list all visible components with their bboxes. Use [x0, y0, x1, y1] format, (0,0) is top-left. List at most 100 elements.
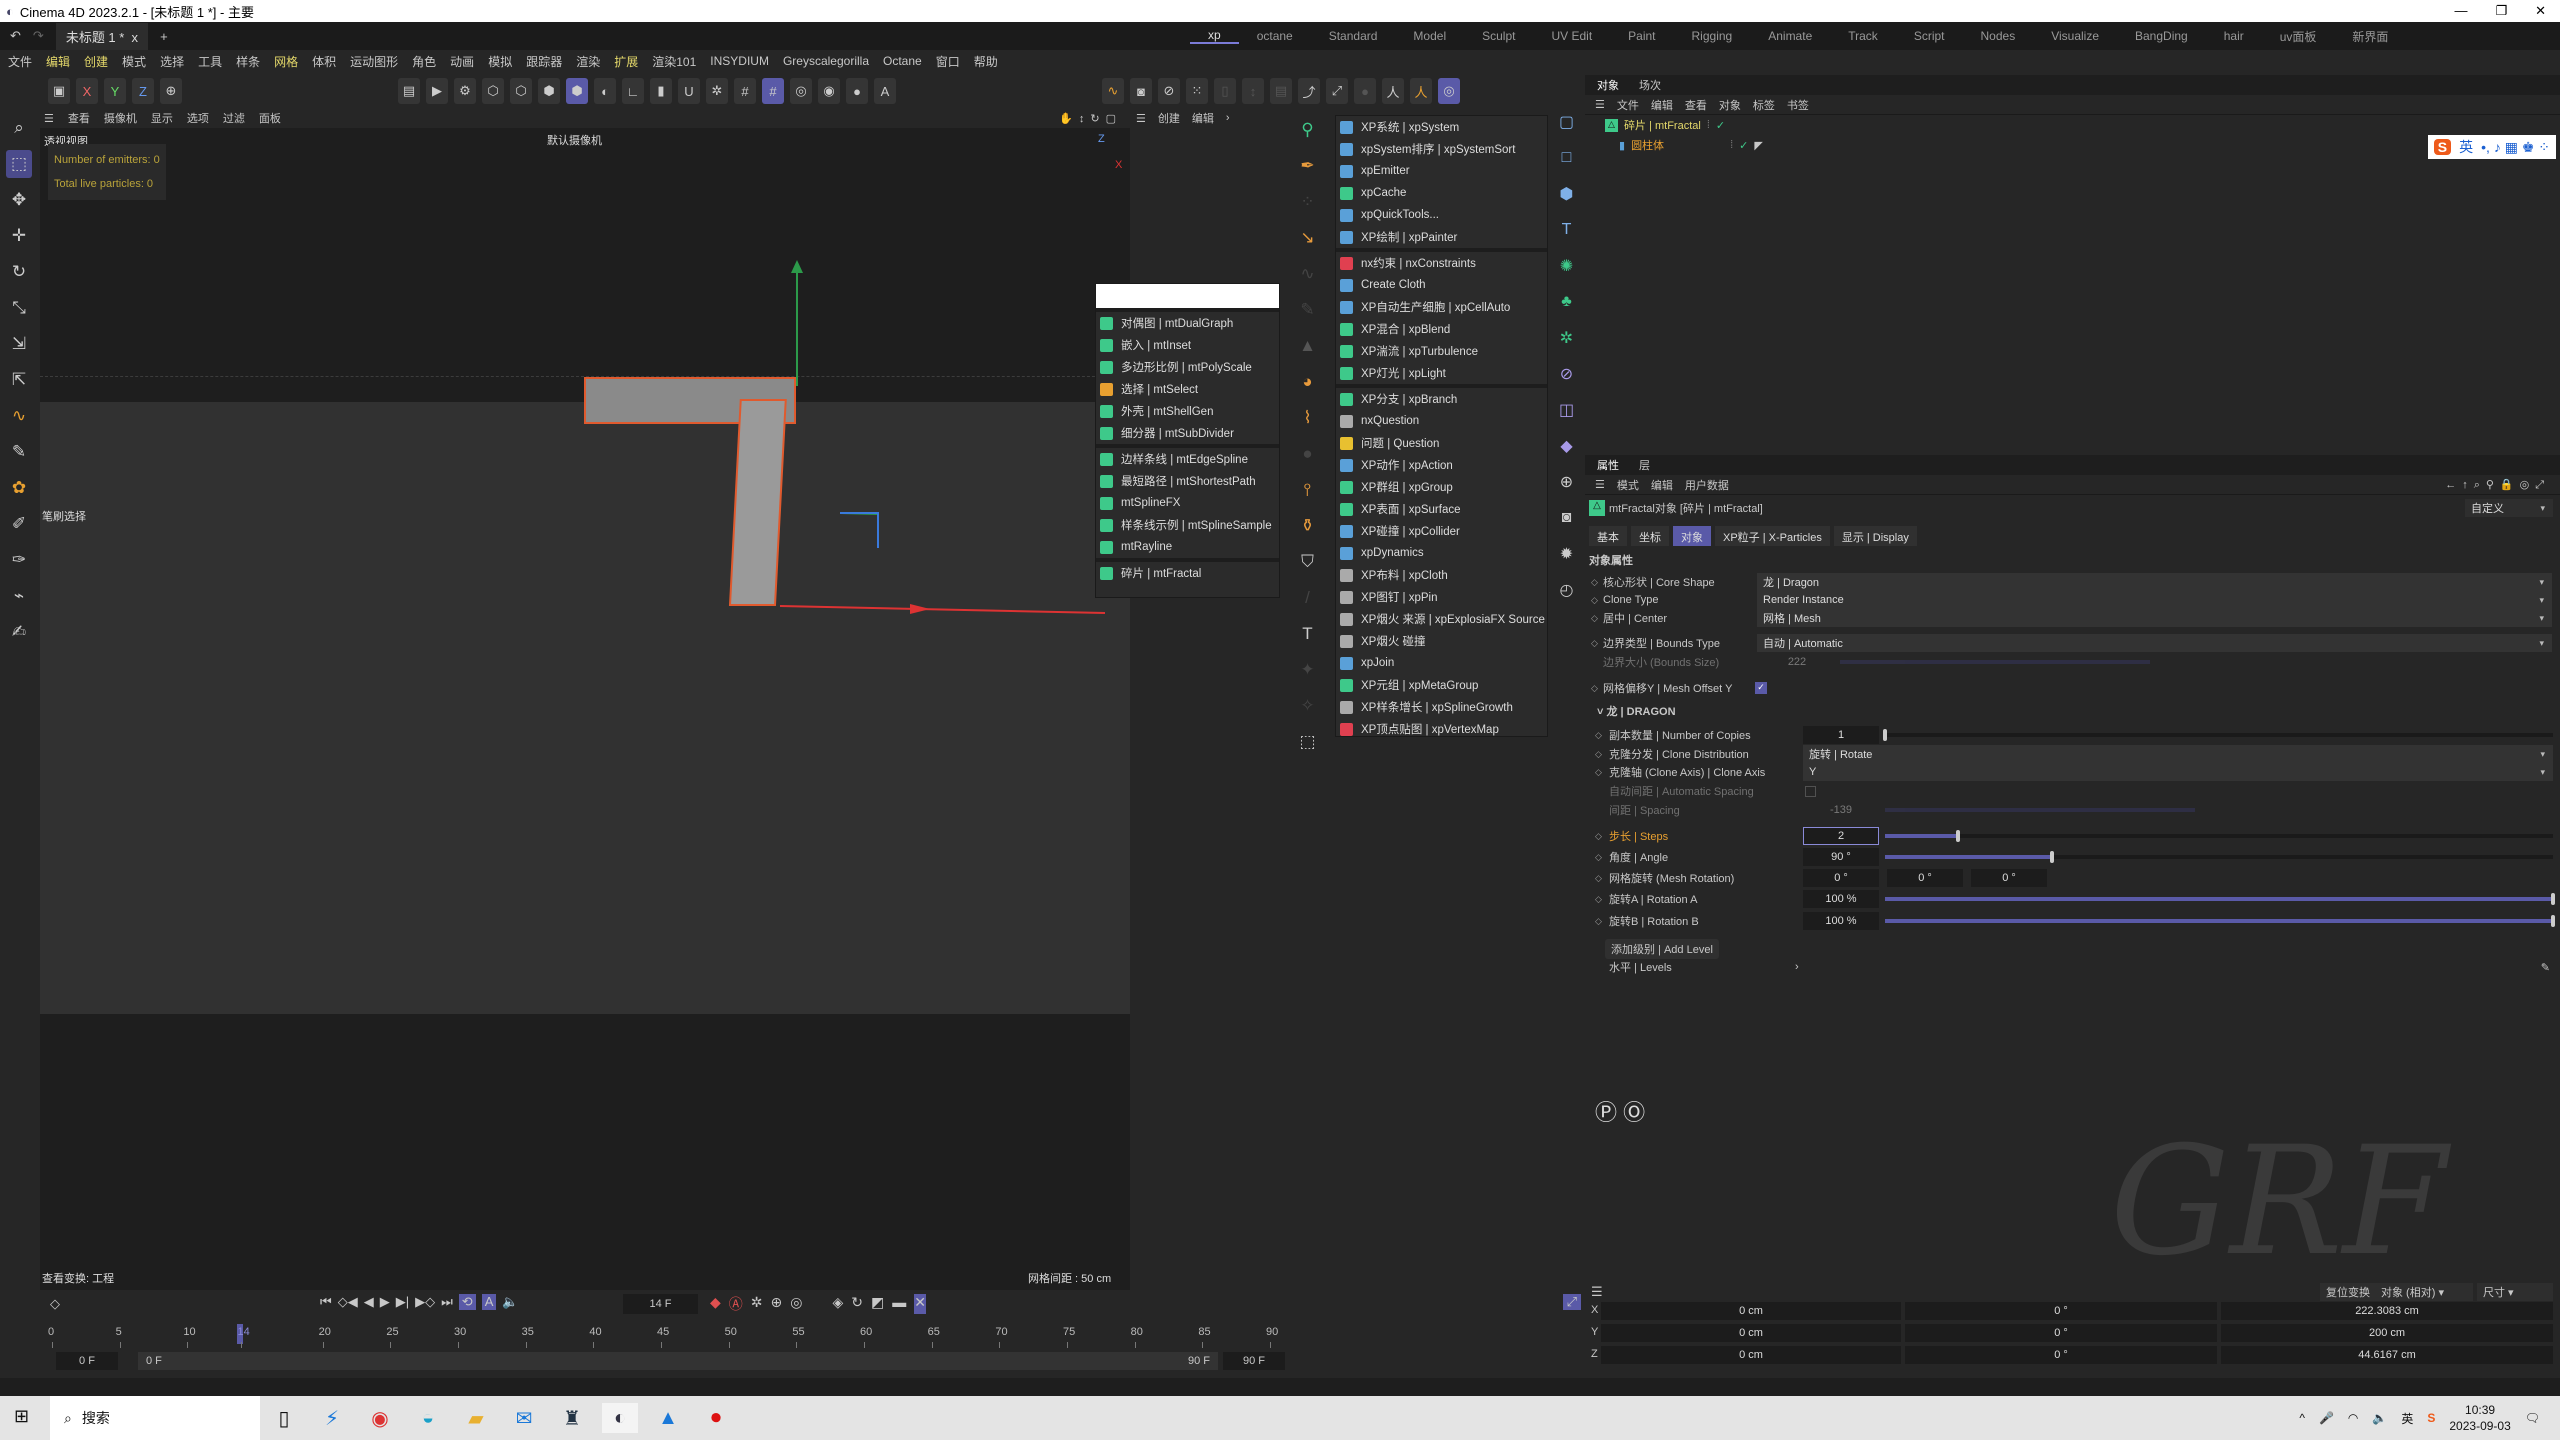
- menu-item[interactable]: XP自动生产细胞 | xpCellAuto: [1336, 296, 1547, 318]
- attribute-subtab[interactable]: 坐标: [1631, 526, 1669, 546]
- enabled-check-icon[interactable]: ✓: [1739, 139, 1748, 152]
- auto-icon[interactable]: A: [874, 78, 896, 104]
- wifi-icon[interactable]: ◠: [2348, 1411, 2358, 1425]
- tool-b-icon[interactable]: ↕: [1242, 78, 1264, 104]
- file-explorer-icon[interactable]: ▰: [458, 1403, 494, 1433]
- menu-item[interactable]: Greyscalegorilla: [783, 54, 869, 68]
- weld-icon[interactable]: ✍: [6, 618, 32, 646]
- tool-f-icon[interactable]: ●: [1354, 78, 1376, 104]
- menu-item[interactable]: XP分支 | xpBranch: [1336, 388, 1547, 410]
- pins-icon[interactable]: ⫯: [1295, 478, 1321, 502]
- menu-item[interactable]: 碎片 | mtFractal: [1096, 562, 1279, 584]
- app-bolt-icon[interactable]: ⚡: [314, 1403, 350, 1433]
- object-menu-item[interactable]: 对象: [1719, 97, 1741, 113]
- cone-icon[interactable]: ▲: [1295, 334, 1321, 358]
- edge-icon[interactable]: ◒: [410, 1403, 446, 1433]
- layout-tab[interactable]: Paint: [1610, 29, 1673, 43]
- y-axis-lock-icon[interactable]: Y: [104, 78, 126, 104]
- search-icon[interactable]: ⌕: [6, 114, 32, 142]
- bounds-type-dropdown[interactable]: 自动 | Automatic ▾: [1757, 634, 2552, 652]
- text-icon[interactable]: T: [1295, 622, 1321, 646]
- size-mode-dropdown[interactable]: 尺寸 ▾: [2477, 1283, 2553, 1301]
- menu-item[interactable]: 网格: [274, 53, 298, 70]
- menu-search-input[interactable]: [1096, 284, 1279, 308]
- notification-icon[interactable]: 🗨: [2525, 1411, 2540, 1425]
- scene-icon[interactable]: ⊕: [1555, 470, 1579, 494]
- clone-type-dropdown[interactable]: Render Instance ▾: [1757, 591, 2552, 609]
- disabled-brush-icon[interactable]: /: [1295, 586, 1321, 610]
- coord-pos-field[interactable]: 0 cm: [1601, 1346, 1901, 1364]
- menu-item[interactable]: 渲染: [576, 53, 600, 70]
- attribute-subtab[interactable]: 基本: [1589, 526, 1627, 546]
- attribute-menu-item[interactable]: 用户数据: [1685, 477, 1729, 493]
- minimize-button[interactable]: —: [2454, 3, 2467, 19]
- viewport-menu-options[interactable]: 选项: [187, 110, 209, 126]
- tag-icon[interactable]: ◤: [1754, 139, 1762, 152]
- steps-field[interactable]: 2: [1803, 827, 1879, 845]
- menu-item[interactable]: xpCache: [1336, 182, 1547, 204]
- menu-item[interactable]: 选择: [160, 53, 184, 70]
- menu-item[interactable]: 选择 | mtSelect: [1096, 378, 1279, 400]
- mesh-rotation-h[interactable]: 0 °: [1803, 869, 1879, 887]
- maximize-button[interactable]: ❐: [2495, 3, 2507, 19]
- steps-slider[interactable]: [1885, 830, 2553, 842]
- menu-item[interactable]: 样条线示例 | mtSplineSample: [1096, 514, 1279, 536]
- menu-item[interactable]: 边样条线 | mtEdgeSpline: [1096, 448, 1279, 470]
- menu-item[interactable]: XP湍流 | xpTurbulence: [1336, 340, 1547, 362]
- brush-icon[interactable]: ✐: [6, 510, 32, 538]
- start-frame-field[interactable]: 0 F: [56, 1352, 118, 1370]
- menu-item[interactable]: 创建: [84, 53, 108, 70]
- menu-create[interactable]: 创建: [1158, 110, 1180, 126]
- menu-item[interactable]: 多边形比例 | mtPolyScale: [1096, 356, 1279, 378]
- distribution-dropdown[interactable]: 旋转 | Rotate ▾: [1803, 745, 2553, 763]
- menu-item[interactable]: XP群组 | xpGroup: [1336, 476, 1547, 498]
- rotation-b-slider[interactable]: [1885, 915, 2555, 927]
- spline-select-icon[interactable]: ⚲: [1295, 118, 1321, 142]
- slider-handle[interactable]: [2050, 851, 2054, 863]
- menu-item[interactable]: XP样条增长 | xpSplineGrowth: [1336, 696, 1547, 718]
- menu-item[interactable]: xpSystem排序 | xpSystemSort: [1336, 138, 1547, 160]
- coord-system-icon[interactable]: ⊕: [160, 78, 182, 104]
- angle-field[interactable]: 90 °: [1803, 848, 1879, 866]
- paint-icon[interactable]: ✿: [6, 474, 32, 502]
- hamburger-icon[interactable]: ☰: [1591, 1284, 1603, 1300]
- chevron-right-icon[interactable]: ›: [1226, 112, 1230, 124]
- cinema4d-icon[interactable]: ◐: [602, 1403, 638, 1433]
- line-cut-icon[interactable]: ⌁: [6, 582, 32, 610]
- scale-icon[interactable]: ⤡: [6, 294, 32, 322]
- object-menu-item[interactable]: 编辑: [1651, 97, 1673, 113]
- slider-handle[interactable]: [2551, 893, 2555, 905]
- menu-item[interactable]: 细分器 | mtSubDivider: [1096, 422, 1279, 444]
- layout-tab[interactable]: Track: [1830, 29, 1896, 43]
- coord-size-field[interactable]: 44.6167 cm: [2221, 1346, 2553, 1364]
- mesh-rotation-b[interactable]: 0 °: [1971, 869, 2047, 887]
- text-icon[interactable]: T: [1555, 218, 1579, 242]
- viewport-menu-panel[interactable]: 面板: [259, 110, 281, 126]
- menu-item[interactable]: 模拟: [488, 53, 512, 70]
- mograph-icon[interactable]: ◆: [1555, 434, 1579, 458]
- menu-item[interactable]: 对偶图 | mtDualGraph: [1096, 312, 1279, 334]
- attribute-subtab[interactable]: 对象: [1673, 526, 1711, 546]
- layout-tab[interactable]: Model: [1395, 29, 1464, 43]
- menu-item[interactable]: 外壳 | mtShellGen: [1096, 400, 1279, 422]
- menu-item[interactable]: 扩展: [614, 53, 638, 70]
- no-icon[interactable]: ⊘: [1158, 78, 1180, 104]
- copies-slider[interactable]: [1883, 729, 2553, 741]
- menu-item[interactable]: XP灯光 | xpLight: [1336, 362, 1547, 384]
- timeline-ruler[interactable]: 0 5 10 14 20 25 30 35 40 45 50 55 60 65 70 75 80 85 90: [38, 1290, 1585, 1348]
- rotation-b-field[interactable]: 100 %: [1803, 912, 1879, 930]
- slider-handle[interactable]: [1883, 729, 1887, 741]
- particles-icon[interactable]: ⁙: [1186, 78, 1208, 104]
- add-level-button[interactable]: 添加级别 | Add Level: [1605, 939, 1719, 959]
- undo-icon[interactable]: ↶: [10, 28, 21, 44]
- cube-icon[interactable]: ⬢: [1555, 182, 1579, 206]
- tab-objects[interactable]: 对象: [1597, 77, 1619, 93]
- new-tab-button[interactable]: +: [160, 29, 168, 44]
- slider-handle[interactable]: [2551, 915, 2555, 927]
- selection-tools-icon[interactable]: ✥: [6, 186, 32, 214]
- layout-tab[interactable]: hair: [2206, 29, 2262, 43]
- light-icon[interactable]: ✹: [1555, 542, 1579, 566]
- recorder-icon[interactable]: ⏺: [698, 1403, 734, 1433]
- render-view-icon[interactable]: ▤: [398, 78, 420, 104]
- menu-item[interactable]: XP图钉 | xpPin: [1336, 586, 1547, 608]
